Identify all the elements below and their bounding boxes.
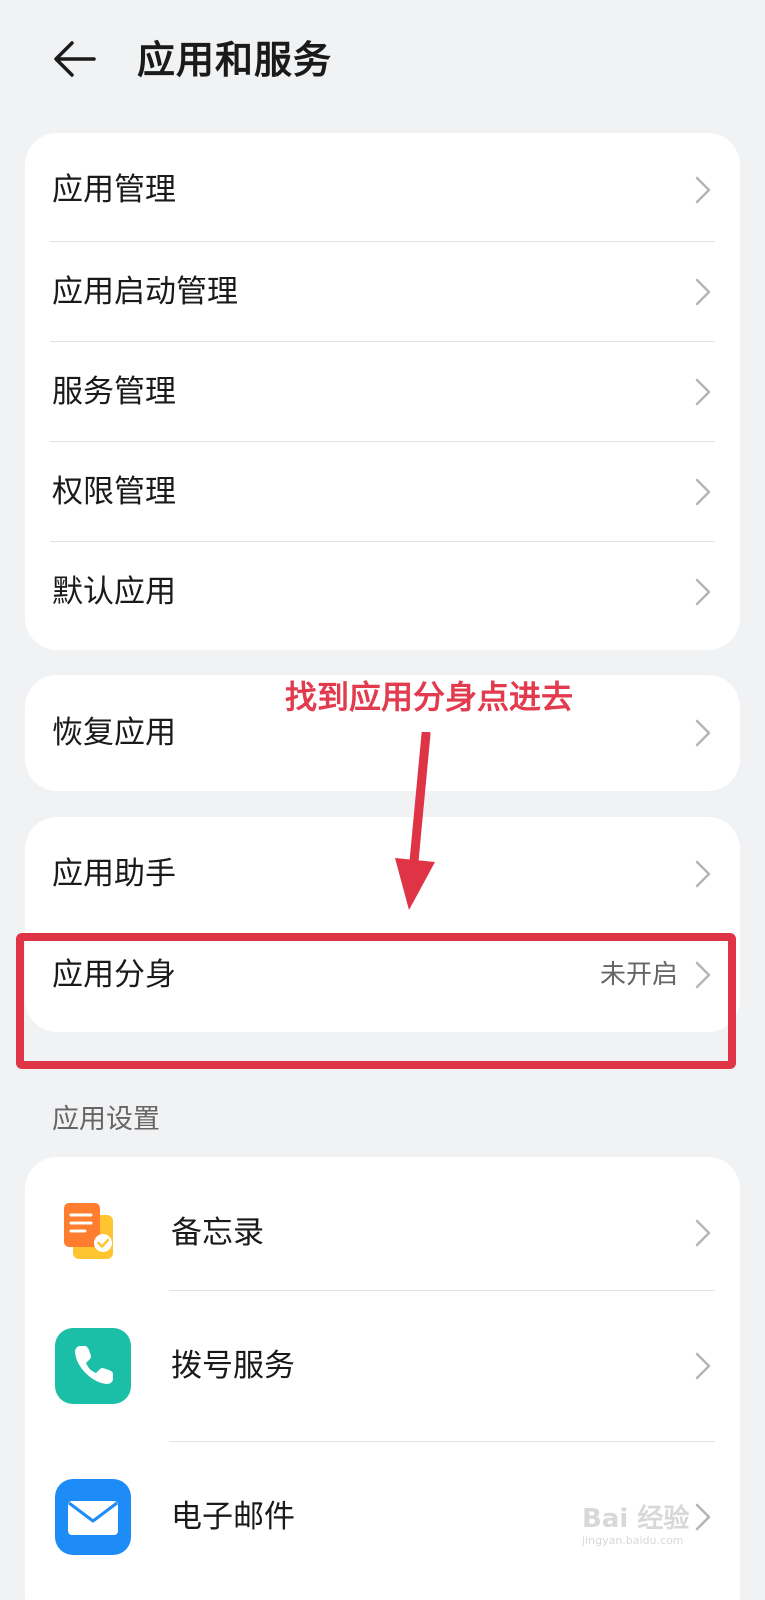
back-arrow-icon	[54, 41, 96, 77]
list-item-label: 应用启动管理	[52, 274, 238, 310]
chevron-right-icon	[695, 478, 711, 506]
watermark-subtext: jingyan.baidu.com	[582, 1534, 684, 1547]
list-item-label: 应用分身	[52, 957, 176, 993]
settings-group-assistant: 应用助手 应用分身 未开启	[25, 817, 740, 1032]
list-item-notes[interactable]: 备忘录	[25, 1157, 740, 1309]
status-value: 未开启	[599, 960, 678, 990]
header-bar: 应用和服务	[0, 0, 765, 120]
chevron-right-icon	[695, 1352, 711, 1380]
chevron-right-icon	[695, 176, 711, 204]
list-item-label: 备忘录	[171, 1215, 264, 1251]
watermark-text: Bai 经验	[582, 1504, 690, 1534]
list-item-permission-management[interactable]: 权限管理	[25, 441, 740, 543]
list-item-label: 默认应用	[52, 574, 176, 610]
page-title: 应用和服务	[137, 38, 333, 82]
chevron-right-icon	[695, 278, 711, 306]
chevron-right-icon	[695, 578, 711, 606]
list-item-service-management[interactable]: 服务管理	[25, 341, 740, 443]
annotation-text: 找到应用分身点进去	[285, 678, 574, 716]
phone-app-icon	[55, 1328, 131, 1404]
list-item-app-assistant[interactable]: 应用助手	[25, 823, 740, 925]
list-item-app-launch-management[interactable]: 应用启动管理	[25, 241, 740, 343]
list-item-label: 应用管理	[52, 172, 176, 208]
watermark-logo: Bai 经验 jingyan.baidu.com	[582, 1498, 732, 1554]
chevron-right-icon	[695, 719, 711, 747]
list-item-label: 应用助手	[52, 856, 176, 892]
chevron-right-icon	[695, 961, 711, 989]
list-item-label: 恢复应用	[52, 715, 176, 751]
back-button[interactable]	[50, 34, 102, 86]
chevron-right-icon	[695, 378, 711, 406]
list-item-default-apps[interactable]: 默认应用	[25, 541, 740, 643]
annotation-arrow-icon	[395, 732, 435, 910]
list-item-label: 电子邮件	[171, 1499, 295, 1535]
settings-group-main: 应用管理 应用启动管理 服务管理 权限管理 默认应用	[25, 133, 740, 650]
section-header-app-settings: 应用设置	[52, 1104, 160, 1135]
chevron-right-icon	[695, 860, 711, 888]
list-item-app-twin[interactable]: 应用分身 未开启	[25, 924, 740, 1026]
email-app-icon	[55, 1479, 131, 1555]
list-item-label: 服务管理	[52, 374, 176, 410]
notes-app-icon	[64, 1203, 113, 1259]
list-item-label: 权限管理	[52, 474, 176, 510]
list-item-dialer-service[interactable]: 拨号服务	[25, 1290, 740, 1442]
list-item-app-management[interactable]: 应用管理	[25, 139, 740, 241]
chevron-right-icon	[695, 1219, 711, 1247]
list-item-label: 拨号服务	[171, 1348, 295, 1384]
